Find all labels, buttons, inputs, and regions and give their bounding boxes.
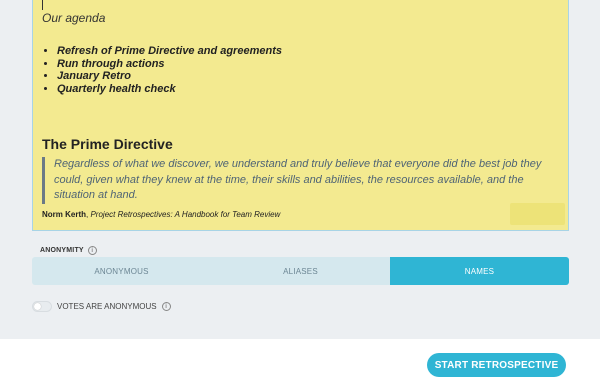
quote-attribution: Norm Kerth, Project Retrospectives: A Ha… [42, 210, 281, 219]
start-retrospective-button[interactable]: START RETROSPECTIVE [427, 353, 566, 377]
votes-anonymous-label: VOTES ARE ANONYMOUS [57, 302, 157, 311]
quote-source: Project Retrospectives: A Handbook for T… [90, 210, 281, 219]
agenda-list: Refresh of Prime Directive and agreement… [57, 45, 282, 95]
agenda-title: Our agenda [42, 11, 106, 25]
prime-directive-heading: The Prime Directive [42, 136, 173, 152]
text-cursor [42, 0, 43, 10]
votes-anonymous-row: VOTES ARE ANONYMOUS i [32, 301, 171, 312]
agenda-item: Refresh of Prime Directive and agreement… [57, 45, 282, 58]
info-icon[interactable]: i [87, 246, 97, 255]
footer-bar: START RETROSPECTIVE [0, 339, 600, 390]
anonymity-segmented-control: ANONYMOUS ALIASES NAMES [32, 257, 569, 285]
agenda-item: Run through actions [57, 58, 282, 71]
info-icon[interactable]: i [161, 302, 171, 311]
anonymity-option-anonymous[interactable]: ANONYMOUS [32, 257, 211, 285]
anonymity-label-row: ANONYMITY i [40, 246, 97, 255]
quote-author: Norm Kerth [42, 210, 87, 219]
anonymity-option-aliases[interactable]: ALIASES [211, 257, 390, 285]
votes-anonymous-toggle[interactable] [32, 301, 52, 312]
agenda-item: January Retro [57, 70, 282, 83]
anonymity-label: ANONYMITY [40, 247, 84, 254]
prime-directive-quote: Regardless of what we discover, we under… [42, 157, 556, 204]
agenda-note-editor[interactable]: Our agenda Refresh of Prime Directive an… [32, 0, 569, 231]
agenda-item: Quarterly health check [57, 83, 282, 96]
resize-handle[interactable] [510, 203, 565, 225]
anonymity-option-names[interactable]: NAMES [390, 257, 569, 285]
